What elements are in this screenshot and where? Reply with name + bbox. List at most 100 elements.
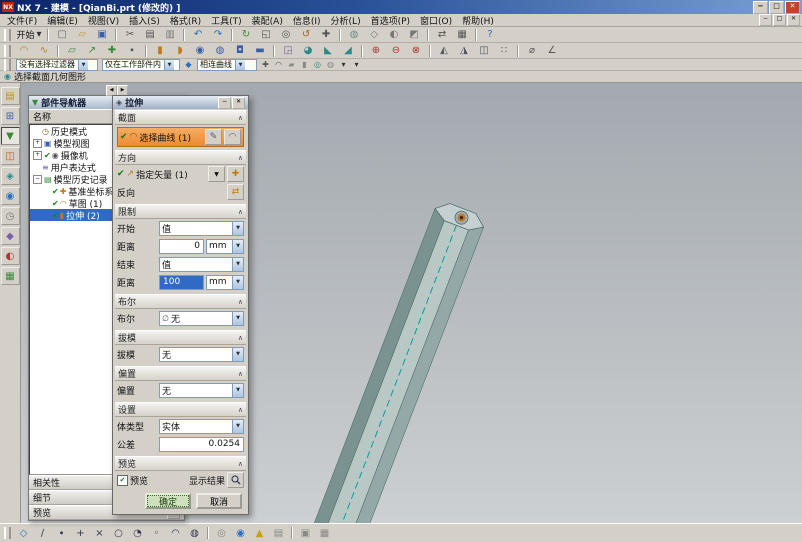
select-face-button[interactable]: ▰: [286, 59, 298, 70]
end-option-combo[interactable]: 值 ▼: [159, 257, 244, 272]
feature-checkbox[interactable]: ✔: [52, 187, 59, 196]
section-group-header[interactable]: 截面 ∧: [115, 110, 246, 125]
top-selection-toggle[interactable]: ◍: [325, 59, 337, 70]
toolbar-grip[interactable]: [4, 527, 11, 539]
snap-point-toggle[interactable]: ◆: [183, 59, 195, 70]
direction-group-header[interactable]: 方向 ∧: [115, 150, 246, 165]
command-finder-button[interactable]: ◎: [213, 525, 231, 542]
feature-checkbox[interactable]: ✔: [52, 199, 59, 208]
specify-vector-row[interactable]: ✔ ↗ 指定矢量 (1) ▼ ✚: [115, 165, 246, 183]
trim-body-button[interactable]: ◭: [435, 43, 454, 59]
edge-blend-button[interactable]: ◕: [299, 43, 318, 59]
process-studio-tab[interactable]: ◆: [1, 227, 20, 245]
new-window-button[interactable]: ▦: [453, 27, 472, 43]
arc-center-snap[interactable]: ○: [110, 525, 128, 542]
point-on-curve-snap[interactable]: ◠: [167, 525, 185, 542]
boolean-combo[interactable]: ∅ 无 ▼: [159, 311, 244, 326]
toolbar-grip[interactable]: [4, 45, 11, 57]
mid-point-snap[interactable]: ∙: [53, 525, 71, 542]
unite-button[interactable]: ⊕: [367, 43, 386, 59]
hole-button[interactable]: ◉: [191, 43, 210, 59]
select-curve-row[interactable]: ✔ ◠ 选择曲线 (1) ✎ ◠: [117, 127, 244, 147]
assembly-navigator-tab[interactable]: ▤: [1, 87, 20, 105]
boss-button[interactable]: ◍: [211, 43, 230, 59]
maximize-button[interactable]: □: [769, 1, 784, 14]
reuse-library-tab[interactable]: ◫: [1, 147, 20, 165]
revolve-button[interactable]: ◗: [171, 43, 190, 59]
minimize-button[interactable]: −: [753, 1, 768, 14]
expand-toggle[interactable]: −: [33, 175, 42, 184]
system-materials-tab[interactable]: ▦: [1, 267, 20, 285]
menu-window[interactable]: 窗口(O): [415, 14, 457, 27]
sketch-section-button[interactable]: ✎: [205, 129, 222, 145]
curve-rule-button[interactable]: ◠: [224, 129, 241, 145]
chamfer-button[interactable]: ◣: [319, 43, 338, 59]
pad-button[interactable]: ▬: [251, 43, 270, 59]
extrude-button[interactable]: ▮: [151, 43, 170, 59]
user-defaults-button[interactable]: ▣: [297, 525, 315, 542]
internet-browser-tab[interactable]: ◉: [1, 187, 20, 205]
part-navigator-tab[interactable]: ▼: [1, 127, 20, 145]
refresh-button[interactable]: ↻: [237, 27, 256, 43]
expand-toggle[interactable]: +: [33, 151, 42, 160]
measure-distance-button[interactable]: ⌀: [523, 43, 542, 59]
internet-button[interactable]: ◉: [232, 525, 250, 542]
toolbar-grip[interactable]: [4, 29, 11, 41]
split-body-button[interactable]: ◮: [455, 43, 474, 59]
move-object-button[interactable]: ⇄: [433, 27, 452, 43]
preview-group-header[interactable]: 预览 ∧: [115, 456, 246, 471]
child-restore-button[interactable]: □: [773, 14, 786, 26]
vector-dropdown-button[interactable]: ▼: [208, 166, 225, 182]
pattern-feature-button[interactable]: ∷: [495, 43, 514, 59]
preview-checkbox[interactable]: ✔: [117, 475, 128, 486]
shell-button[interactable]: ◲: [279, 43, 298, 59]
direct-sketch-button[interactable]: ∿: [35, 43, 54, 59]
menu-preferences[interactable]: 首选项(P): [366, 14, 415, 27]
point-on-face-snap[interactable]: ◍: [186, 525, 204, 542]
toolbar-grip[interactable]: [4, 59, 11, 71]
menu-assemblies[interactable]: 装配(A): [247, 14, 288, 27]
rotate-view-button[interactable]: ↺: [297, 27, 316, 43]
selection-dropdown-1[interactable]: ▾: [338, 59, 350, 70]
subtract-button[interactable]: ⊖: [387, 43, 406, 59]
dialog-close-button[interactable]: ✕: [232, 97, 245, 109]
mirror-feature-button[interactable]: ◫: [475, 43, 494, 59]
fit-window-button[interactable]: ◱: [257, 27, 276, 43]
select-body-button[interactable]: ▮: [299, 59, 311, 70]
feature-checkbox[interactable]: ✔: [52, 211, 59, 220]
redo-button[interactable]: ↷: [209, 27, 228, 43]
ok-button[interactable]: 确定: [145, 493, 191, 509]
end-point-snap[interactable]: ∕: [34, 525, 52, 542]
new-button[interactable]: ▢: [53, 27, 72, 43]
type-filter-combo[interactable]: 没有选择过滤器 ▼: [16, 59, 98, 71]
save-button[interactable]: ▣: [93, 27, 112, 43]
settings-group-header[interactable]: 设置 ∧: [115, 402, 246, 417]
menu-view[interactable]: 视图(V): [83, 14, 124, 27]
end-unit-combo[interactable]: mm ▼: [206, 275, 244, 290]
scope-combo[interactable]: 仅在工作部件内 ▼: [102, 59, 180, 71]
datum-axis-button[interactable]: ↗: [83, 43, 102, 59]
draft-group-header[interactable]: 拔模 ∧: [115, 330, 246, 345]
draft-button[interactable]: ◢: [339, 43, 358, 59]
start-unit-combo[interactable]: mm ▼: [206, 239, 244, 254]
cut-button[interactable]: ✂: [121, 27, 140, 43]
curve-rule-combo[interactable]: 相连曲线 ▼: [197, 59, 257, 71]
shaded-display-button[interactable]: ◍: [345, 27, 364, 43]
body-type-combo[interactable]: 实体 ▼: [159, 419, 244, 434]
dialog-minimize-button[interactable]: −: [218, 97, 231, 109]
start-distance-input[interactable]: 0: [159, 239, 204, 254]
history-tab[interactable]: ◷: [1, 207, 20, 225]
help-button[interactable]: ?: [481, 27, 500, 43]
constraint-navigator-tab[interactable]: ⊞: [1, 107, 20, 125]
window-titlebar[interactable]: NX NX 7 - 建模 - [QianBi.prt (修改的) ] − □ ✕: [0, 0, 802, 14]
menu-insert[interactable]: 插入(S): [124, 14, 165, 27]
cancel-button[interactable]: 取消: [196, 493, 242, 509]
menu-format[interactable]: 格式(R): [165, 14, 206, 27]
intersection-snap[interactable]: ×: [91, 525, 109, 542]
undo-button[interactable]: ↶: [189, 27, 208, 43]
child-minimize-button[interactable]: −: [759, 14, 772, 26]
feature-checkbox[interactable]: ✔: [44, 151, 51, 160]
child-close-button[interactable]: ✕: [787, 14, 800, 26]
highlight-toggle[interactable]: ◎: [312, 59, 324, 70]
offset-group-header[interactable]: 偏置 ∧: [115, 366, 246, 381]
